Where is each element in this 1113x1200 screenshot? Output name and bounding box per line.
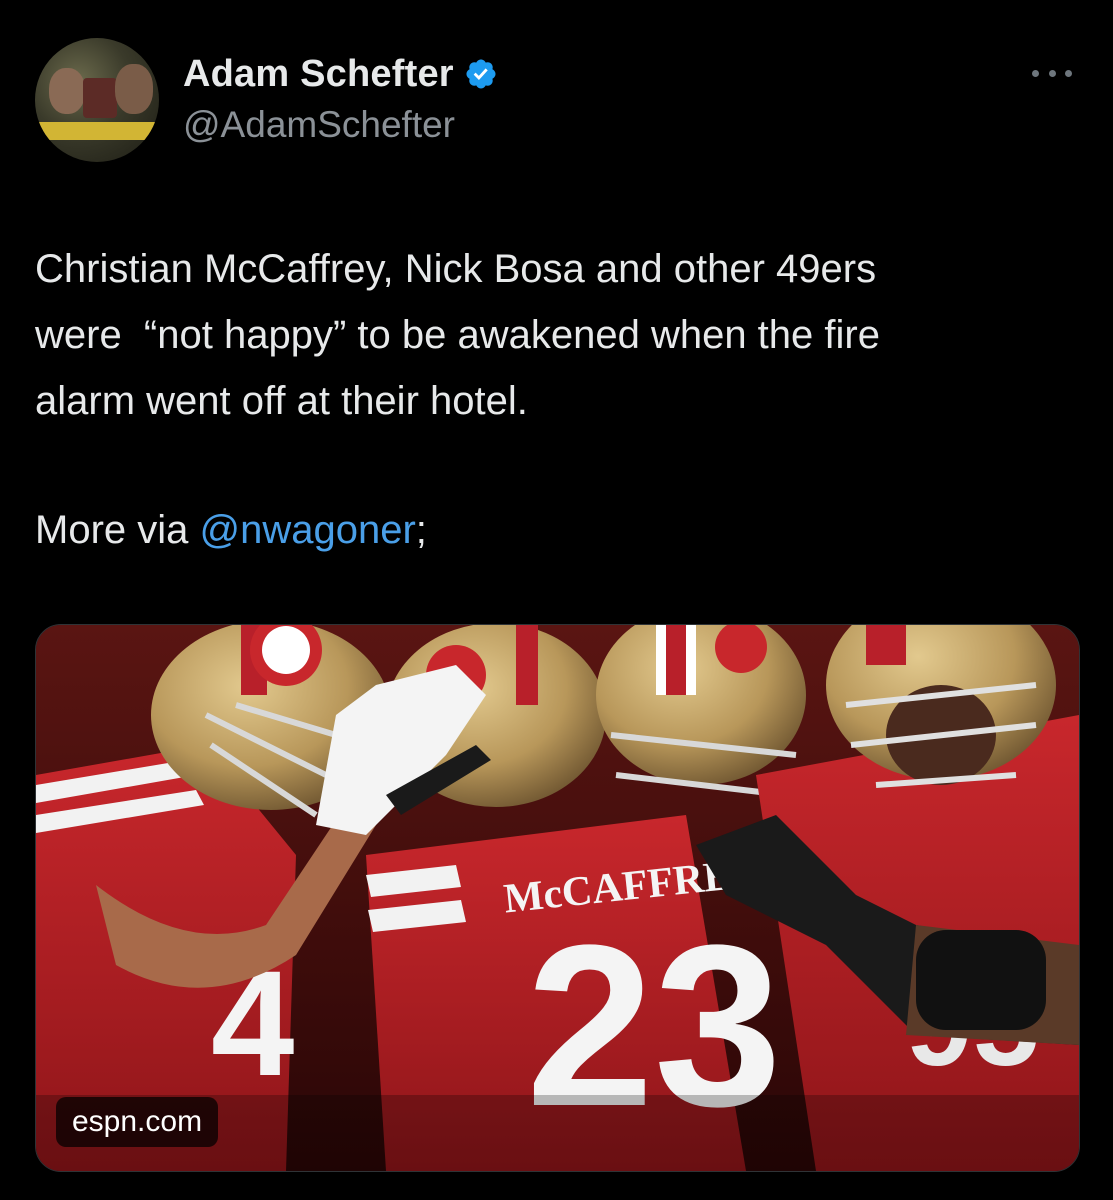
tweet-text: Christian McCaffrey, Nick Bosa and other… [35, 247, 880, 423]
avatar-figure [115, 64, 153, 114]
tweet-card: Adam Schefter @AdamSchefter Christian Mc… [0, 0, 1113, 1200]
profile-avatar[interactable] [35, 38, 159, 162]
avatar-figure [49, 68, 85, 114]
more-via-suffix: ; [415, 508, 427, 552]
media-source-label[interactable]: espn.com [56, 1097, 219, 1147]
more-via-line: More via @nwagoner; [35, 497, 427, 563]
more-dot [1065, 69, 1072, 77]
more-dot [1032, 69, 1039, 77]
verified-badge-icon [466, 59, 496, 89]
display-name-row: Adam Schefter [183, 48, 498, 100]
more-options-icon[interactable] [1032, 66, 1072, 80]
avatar-figure [83, 78, 117, 118]
author-handle[interactable]: @AdamSchefter [183, 104, 498, 146]
mention-link[interactable]: @nwagoner [200, 508, 416, 552]
author-display-name[interactable]: Adam Schefter [183, 53, 454, 96]
avatar-banner [35, 122, 159, 140]
author-names: Adam Schefter @AdamSchefter [183, 48, 498, 146]
players-photo: 4 McCAFFREY 23 [36, 625, 1079, 1171]
tweet-header: Adam Schefter @AdamSchefter [35, 38, 1078, 163]
tweet-media-image[interactable]: 4 McCAFFREY 23 [35, 624, 1080, 1172]
more-dot [1048, 69, 1056, 77]
more-via-prefix: More via [35, 508, 200, 552]
